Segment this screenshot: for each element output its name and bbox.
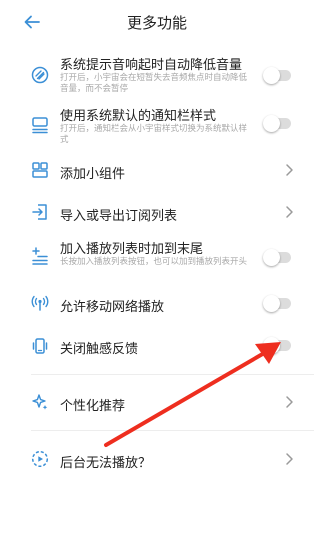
playlist-add-icon — [31, 247, 49, 265]
setting-title: 后台无法播放？ — [60, 455, 152, 470]
sparkle-icon — [31, 393, 49, 411]
chevron-right-icon — [284, 205, 294, 219]
setting-description: 打开后，小宇宙会在短暂失去音频焦点时自动降低音量，而不会暂停 — [60, 72, 248, 93]
setting-title: 加入播放列表时加到末尾 — [60, 241, 204, 256]
setting-title: 关闭触感反馈 — [60, 341, 139, 356]
setting-row-playlist-append: 加入播放列表时加到末尾 长按加入播放列表按钮，也可以加到播放列表开头 — [0, 236, 314, 282]
setting-description: 打开后，通知栏会从小宇宙样式切换为系统默认样式 — [60, 123, 248, 144]
setting-row-haptic-feedback: 关闭触感反馈 — [0, 332, 314, 362]
mobile-network-toggle[interactable] — [263, 295, 291, 312]
notification-style-toggle[interactable] — [263, 115, 291, 132]
page-title: 更多功能 — [126, 15, 187, 32]
playlist-append-toggle[interactable] — [263, 249, 291, 266]
volume-limit-icon — [31, 66, 49, 84]
setting-row-import-export[interactable]: 导入或导出订阅列表 — [0, 196, 314, 228]
widget-icon — [31, 161, 49, 179]
chevron-right-icon — [284, 163, 294, 177]
chevron-right-icon — [284, 395, 294, 409]
section-divider — [31, 374, 314, 375]
setting-title: 添加小组件 — [60, 166, 126, 181]
haptic-feedback-toggle[interactable] — [263, 337, 291, 354]
setting-row-mobile-network: 允许移动网络播放 — [0, 288, 314, 318]
setting-description: 长按加入播放列表按钮，也可以加到播放列表开头 — [60, 256, 248, 266]
setting-title: 系统提示音响起时自动降低音量 — [60, 57, 243, 72]
setting-row-add-widget[interactable]: 添加小组件 — [0, 154, 314, 186]
setting-row-notification-style: 使用系统默认的通知栏样式 打开后，通知栏会从小宇宙样式切换为系统默认样式 — [0, 104, 314, 150]
chevron-right-icon — [284, 452, 294, 466]
top-bar: 更多功能 — [0, 0, 314, 44]
setting-row-auto-lower-volume: 系统提示音响起时自动降低音量 打开后，小宇宙会在短暂失去音频焦点时自动降低音量，… — [0, 52, 314, 98]
vibration-icon — [31, 337, 49, 355]
mobile-network-icon — [31, 294, 49, 312]
notification-style-icon — [31, 116, 49, 134]
setting-title: 个性化推荐 — [60, 398, 126, 413]
section-divider — [31, 430, 314, 431]
import-export-icon — [31, 203, 49, 221]
setting-title: 允许移动网络播放 — [60, 299, 165, 314]
background-play-icon — [31, 450, 49, 468]
setting-row-background-play[interactable]: 后台无法播放？ — [0, 443, 314, 475]
setting-title: 导入或导出订阅列表 — [60, 208, 178, 223]
setting-title: 使用系统默认的通知栏样式 — [60, 108, 217, 123]
setting-row-personalized-recommendation[interactable]: 个性化推荐 — [0, 386, 314, 418]
auto-lower-volume-toggle[interactable] — [263, 67, 291, 84]
